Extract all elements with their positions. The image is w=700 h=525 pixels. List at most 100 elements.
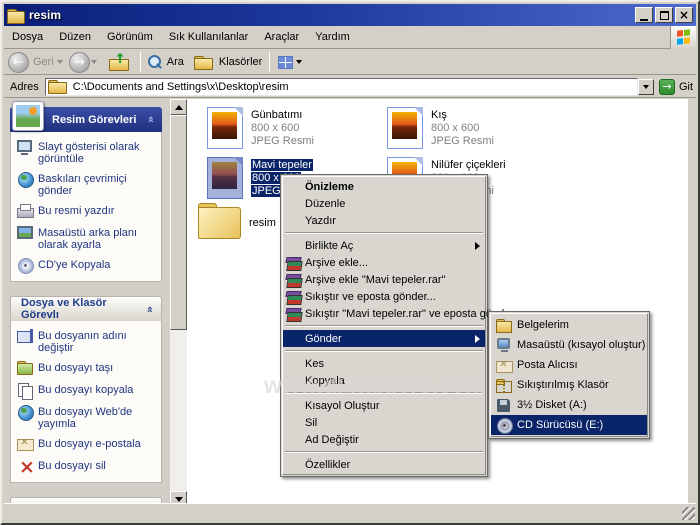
context-menu: Önizleme Düzenle Yazdır Birlikte Aç Arşi… bbox=[280, 174, 514, 477]
globe-icon bbox=[17, 172, 35, 188]
sendto-masaustu[interactable]: Masaüstü (kısayol oluştur) bbox=[491, 335, 647, 355]
menu-gorunum[interactable]: Görünüm bbox=[99, 28, 161, 46]
address-bar: Adres C:\Documents and Settings\x\Deskto… bbox=[4, 76, 696, 98]
menu-item-sil[interactable]: Sil bbox=[283, 414, 485, 431]
file-tile-kis[interactable]: Kış 800 x 600 JPEG Resmi bbox=[387, 107, 494, 149]
sendto-disket[interactable]: 3½ Disket (A:) bbox=[491, 395, 647, 415]
printer-icon bbox=[17, 204, 35, 219]
address-dropdown-button[interactable] bbox=[637, 78, 654, 95]
menu-item-gonder[interactable]: Gönder bbox=[283, 330, 485, 347]
maximize-button[interactable] bbox=[655, 7, 673, 23]
address-folder-icon bbox=[47, 80, 67, 94]
back-button[interactable]: ← bbox=[8, 51, 29, 73]
task-rename-file[interactable]: Bu dosyanın adını değiştir bbox=[17, 329, 157, 354]
minimize-button[interactable] bbox=[635, 7, 653, 23]
sendto-cd-surucusu[interactable]: CD Sürücüsü (E:) bbox=[491, 415, 647, 435]
winrar-icon bbox=[286, 307, 300, 320]
address-label: Adres bbox=[10, 80, 39, 93]
menu-araclar[interactable]: Araçlar bbox=[256, 28, 307, 46]
windows-logo-icon bbox=[670, 25, 696, 49]
panel-header-file-tasks[interactable]: Dosya ve Klasör Görevlı » bbox=[10, 296, 162, 321]
image-file-icon bbox=[207, 107, 243, 149]
folder-name: resim bbox=[249, 217, 276, 229]
search-icon[interactable] bbox=[146, 54, 161, 70]
window-title: resim bbox=[29, 8, 62, 22]
menu-item-kes[interactable]: Kes bbox=[283, 355, 485, 372]
menu-item-yazdir[interactable]: Yazdır bbox=[283, 212, 485, 229]
menu-item-arsive-ekle-rar[interactable]: Arşive ekle "Mavi tepeler.rar" bbox=[283, 271, 485, 288]
taskpane-scrollbar[interactable] bbox=[170, 99, 187, 507]
folder-icon bbox=[197, 203, 241, 239]
window-folder-icon bbox=[7, 8, 25, 24]
toolbar-separator bbox=[139, 52, 141, 72]
folders-icon[interactable] bbox=[193, 55, 213, 70]
globe-icon bbox=[17, 405, 35, 421]
submenu-arrow-icon bbox=[475, 242, 480, 250]
folder-tile-resim[interactable]: resim bbox=[197, 203, 276, 239]
cd-icon bbox=[17, 258, 35, 274]
wallpaper-icon bbox=[17, 226, 35, 241]
forward-dropdown-icon[interactable] bbox=[90, 60, 97, 64]
task-print-picture[interactable]: Bu resmi yazdır bbox=[17, 204, 157, 219]
menu-item-kisayol-olustur[interactable]: Kısayol Oluştur bbox=[283, 397, 485, 414]
winrar-icon bbox=[286, 273, 300, 286]
task-move-file[interactable]: Bu dosyayı taşı bbox=[17, 361, 157, 376]
image-file-icon bbox=[207, 157, 243, 199]
task-slideshow[interactable]: Slayt gösterisi olarak görüntüle bbox=[17, 140, 157, 165]
task-copy-to-cd[interactable]: CD'ye Kopyala bbox=[17, 258, 157, 274]
address-input[interactable]: C:\Documents and Settings\x\Desktop\resi… bbox=[44, 77, 638, 96]
file-tile-gunbatimi[interactable]: Günbatımı 800 x 600 JPEG Resmi bbox=[207, 107, 314, 149]
submenu-arrow-icon bbox=[475, 335, 480, 343]
task-email-file[interactable]: Bu dosyayı e-postala bbox=[17, 437, 157, 452]
file-name: Nilüfer çiçekleri bbox=[431, 159, 506, 171]
chevron-up-icon[interactable]: » bbox=[144, 116, 157, 123]
views-dropdown-icon bbox=[296, 60, 303, 64]
file-dimensions: 800 x 600 bbox=[251, 122, 300, 134]
menu-separator bbox=[285, 325, 483, 327]
delete-x-icon bbox=[17, 456, 35, 478]
up-folder-button[interactable]: ↑ bbox=[108, 52, 129, 71]
task-set-wallpaper[interactable]: Masaüstü arka planı olarak ayarla bbox=[17, 226, 157, 251]
folders-label[interactable]: Klasörler bbox=[219, 56, 262, 68]
menu-duzen[interactable]: Düzen bbox=[51, 28, 99, 46]
menu-item-kopyala[interactable]: Kopyala bbox=[283, 372, 485, 389]
scroll-up-button[interactable] bbox=[170, 99, 187, 115]
task-order-prints[interactable]: Baskıları çevrimiçi gönder bbox=[17, 172, 157, 197]
sendto-posta-alicisi[interactable]: Posta Alıcısı bbox=[491, 355, 647, 375]
task-delete-file[interactable]: Bu dosyayı sil bbox=[17, 456, 157, 478]
chevron-up-icon[interactable]: » bbox=[143, 305, 156, 312]
menu-item-ozellikler[interactable]: Özellikler bbox=[283, 456, 485, 473]
menu-sik-kullanilanlar[interactable]: Sık Kullanılanlar bbox=[161, 28, 257, 46]
file-name: Kış bbox=[431, 109, 447, 121]
menu-item-sikistir-rar-eposta[interactable]: Sıkıştır "Mavi tepeler.rar" ve eposta gö… bbox=[283, 305, 514, 322]
menu-item-sikistir-eposta[interactable]: Sıkıştır ve eposta gönder... bbox=[283, 288, 485, 305]
title-bar: resim × bbox=[4, 4, 696, 26]
file-type: JPEG Resmi bbox=[251, 135, 314, 147]
back-dropdown-icon[interactable] bbox=[56, 60, 63, 64]
scrollbar-thumb[interactable] bbox=[170, 115, 187, 330]
search-label[interactable]: Ara bbox=[167, 56, 184, 68]
menu-item-duzenle[interactable]: Düzenle bbox=[283, 195, 485, 212]
winrar-icon bbox=[286, 256, 300, 269]
menu-dosya[interactable]: Dosya bbox=[4, 28, 51, 46]
menu-separator bbox=[285, 451, 483, 453]
toolbar-separator bbox=[269, 52, 271, 72]
menu-item-onizleme[interactable]: Önizleme bbox=[283, 178, 485, 195]
sendto-belgelerim[interactable]: Belgelerim bbox=[491, 315, 647, 335]
task-publish-file[interactable]: Bu dosyayı Web'de yayımla bbox=[17, 405, 157, 430]
task-copy-file[interactable]: Bu dosyayı kopyala bbox=[17, 383, 157, 400]
documents-folder-icon bbox=[496, 318, 512, 333]
floppy-icon bbox=[496, 398, 512, 412]
sendto-sikistirilmis-klasor[interactable]: Sıkıştırılmış Klasör bbox=[491, 375, 647, 395]
close-button[interactable]: × bbox=[675, 7, 693, 23]
go-button[interactable]: → Git bbox=[658, 78, 693, 95]
views-button[interactable] bbox=[275, 54, 311, 71]
menu-yardim[interactable]: Yardım bbox=[307, 28, 358, 46]
forward-button[interactable]: → bbox=[68, 51, 90, 73]
resize-grip[interactable] bbox=[682, 507, 695, 520]
move-folder-icon bbox=[17, 361, 35, 376]
menu-separator bbox=[285, 232, 483, 234]
menu-item-birlikte-ac[interactable]: Birlikte Aç bbox=[283, 237, 485, 254]
menu-item-ad-degistir[interactable]: Ad Değiştir bbox=[283, 431, 485, 448]
menu-item-arsive-ekle[interactable]: Arşive ekle... bbox=[283, 254, 485, 271]
